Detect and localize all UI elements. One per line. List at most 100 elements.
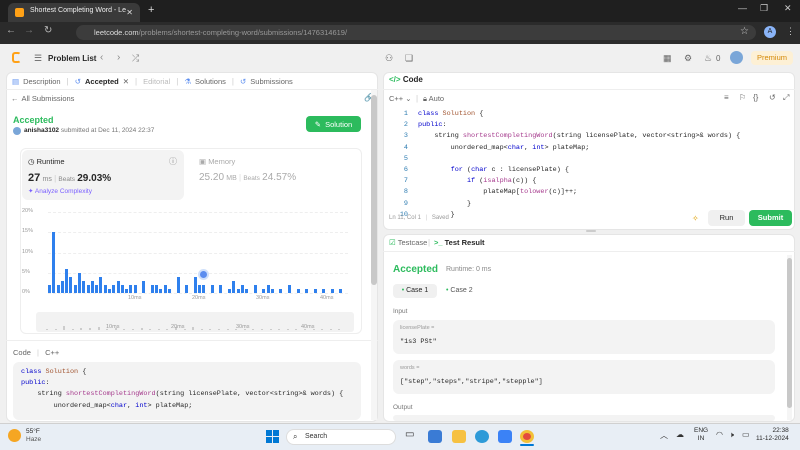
solution-button[interactable]: ✎ Solution <box>306 116 361 132</box>
runtime-bar[interactable] <box>69 276 73 293</box>
runtime-bar[interactable] <box>155 284 159 293</box>
runtime-bar[interactable] <box>185 284 189 293</box>
info-icon[interactable]: ⓘ <box>169 156 177 167</box>
maximize-icon[interactable]: ❐ <box>760 3 768 14</box>
streak-fire-icon[interactable]: ♨ <box>704 53 712 64</box>
runtime-bar[interactable] <box>142 280 146 293</box>
windows-start-icon[interactable] <box>266 430 279 443</box>
code-tab[interactable]: </> Code <box>389 75 423 84</box>
editor-line[interactable]: 2 public: <box>388 120 788 131</box>
back-icon[interactable]: ← <box>6 25 16 36</box>
runtime-bar[interactable] <box>129 284 133 293</box>
editor-line[interactable]: 7 if (isalpha(c)) { <box>388 176 788 187</box>
runtime-bar[interactable] <box>266 284 270 293</box>
runtime-bar[interactable] <box>219 284 223 293</box>
profile-avatar[interactable]: A <box>764 26 776 38</box>
panel-resize-handle[interactable] <box>586 230 596 232</box>
editor-line[interactable]: 3 string shortestCompletingWord(string l… <box>388 131 788 142</box>
runtime-bar[interactable] <box>86 284 90 293</box>
tab-description[interactable]: Description <box>23 77 61 86</box>
runtime-bar[interactable] <box>245 288 249 293</box>
chrome-icon[interactable] <box>520 430 534 443</box>
runtime-bar[interactable] <box>228 288 231 293</box>
editor-line[interactable]: 8 plateMap[tolower(c)]++; <box>388 187 788 198</box>
runtime-bar[interactable] <box>232 280 236 293</box>
tab-editorial[interactable]: Editorial <box>143 77 170 86</box>
fullscreen-icon[interactable]: ⤢ <box>783 93 789 103</box>
tab-submissions[interactable]: Submissions <box>250 77 293 86</box>
edge-browser-icon[interactable] <box>475 430 489 443</box>
debug-icon[interactable]: ⚇ <box>385 53 393 64</box>
battery-icon[interactable]: ▭ <box>742 430 750 439</box>
runtime-range-slider[interactable]: 10ms 20ms 30ms 40ms <box>36 312 354 332</box>
ai-hint-icon[interactable]: ✧ <box>692 214 699 223</box>
runtime-bar[interactable] <box>108 288 111 293</box>
premium-button[interactable]: Premium <box>751 51 793 65</box>
editor-line[interactable]: 9 } <box>388 199 788 210</box>
browser-menu-icon[interactable]: ⋮ <box>786 26 795 37</box>
runtime-bar[interactable] <box>270 288 274 293</box>
store-icon[interactable] <box>498 430 512 443</box>
close-window-icon[interactable]: ✕ <box>784 3 792 14</box>
runtime-bar[interactable] <box>296 288 300 293</box>
runtime-bar[interactable] <box>56 284 60 293</box>
runtime-bar[interactable] <box>112 284 116 293</box>
url-field[interactable]: leetcode.com/problems/shortest-completin… <box>76 25 756 40</box>
case-2-tab[interactable]: • Case 2 <box>446 284 473 298</box>
forward-icon[interactable]: → <box>24 25 34 36</box>
volume-icon[interactable]: 🕨︎ <box>729 430 734 440</box>
language-select[interactable]: C++ ⌄ <box>389 94 412 103</box>
task-view-icon[interactable]: ▭ <box>405 429 414 440</box>
runtime-bar[interactable] <box>150 284 154 293</box>
runtime-bar[interactable] <box>90 280 94 293</box>
runtime-bar[interactable] <box>120 284 124 293</box>
runtime-bar[interactable] <box>240 284 244 293</box>
runtime-bar[interactable] <box>236 288 240 293</box>
language-indicator[interactable]: ENG IN <box>694 427 708 443</box>
submitter-name[interactable]: anisha3102 <box>24 127 59 134</box>
next-problem-icon[interactable]: › <box>117 52 120 63</box>
all-submissions-link[interactable]: ← All Submissions <box>11 94 74 103</box>
runtime-bar[interactable] <box>305 288 309 293</box>
file-explorer-alt-icon[interactable] <box>428 430 442 443</box>
runtime-bar[interactable] <box>210 284 214 293</box>
runtime-bar[interactable] <box>202 284 206 293</box>
case-1-tab[interactable]: • Case 1 <box>393 284 437 298</box>
leetcode-logo-icon[interactable] <box>12 52 21 63</box>
runtime-bar[interactable] <box>339 288 343 293</box>
runtime-bar[interactable] <box>262 288 266 293</box>
left-scrollbar-thumb[interactable] <box>371 95 377 285</box>
reload-icon[interactable]: ↻ <box>44 25 52 36</box>
wifi-icon[interactable]: ◠ <box>716 430 723 439</box>
runtime-bar[interactable] <box>330 288 334 293</box>
bookmark-star-icon[interactable]: ☆ <box>740 26 749 37</box>
runtime-bar[interactable] <box>95 284 99 293</box>
tab-solutions[interactable]: Solutions <box>195 77 226 86</box>
runtime-bar[interactable] <box>288 284 291 293</box>
runtime-bar[interactable] <box>82 280 86 293</box>
runtime-bar[interactable] <box>103 284 107 293</box>
runtime-bar[interactable] <box>73 284 77 293</box>
right-scrollbar-thumb[interactable] <box>787 258 792 408</box>
editor-line[interactable]: 4 unordered_map<char, int> plateMap; <box>388 143 788 154</box>
notes-icon[interactable]: ❏ <box>405 53 413 64</box>
runtime-bar[interactable] <box>133 284 137 293</box>
runtime-bar[interactable] <box>279 288 283 293</box>
runtime-bar[interactable] <box>159 288 163 293</box>
runtime-bar[interactable] <box>163 284 167 293</box>
close-accepted-tab-icon[interactable]: ✕ <box>123 77 129 86</box>
weather-icon[interactable] <box>8 429 21 442</box>
tab-accepted[interactable]: Accepted <box>85 77 119 86</box>
runtime-bar[interactable] <box>99 276 103 293</box>
bookmark-icon[interactable]: ⚐ <box>739 93 746 102</box>
user-avatar[interactable] <box>730 51 743 64</box>
reset-icon[interactable]: ↺ <box>769 93 776 102</box>
editor-line[interactable]: 5 <box>388 154 788 165</box>
runtime-bar[interactable] <box>48 284 51 293</box>
minimize-icon[interactable]: — <box>738 3 747 13</box>
weather-widget[interactable]: 55°F Haze <box>26 428 41 444</box>
braces-icon[interactable]: {} <box>753 93 758 102</box>
editor-line[interactable]: 6 for (char c : licensePlate) { <box>388 165 788 176</box>
run-button[interactable]: Run <box>708 210 745 226</box>
taskbar-search[interactable]: ⌕ Search <box>286 429 396 445</box>
